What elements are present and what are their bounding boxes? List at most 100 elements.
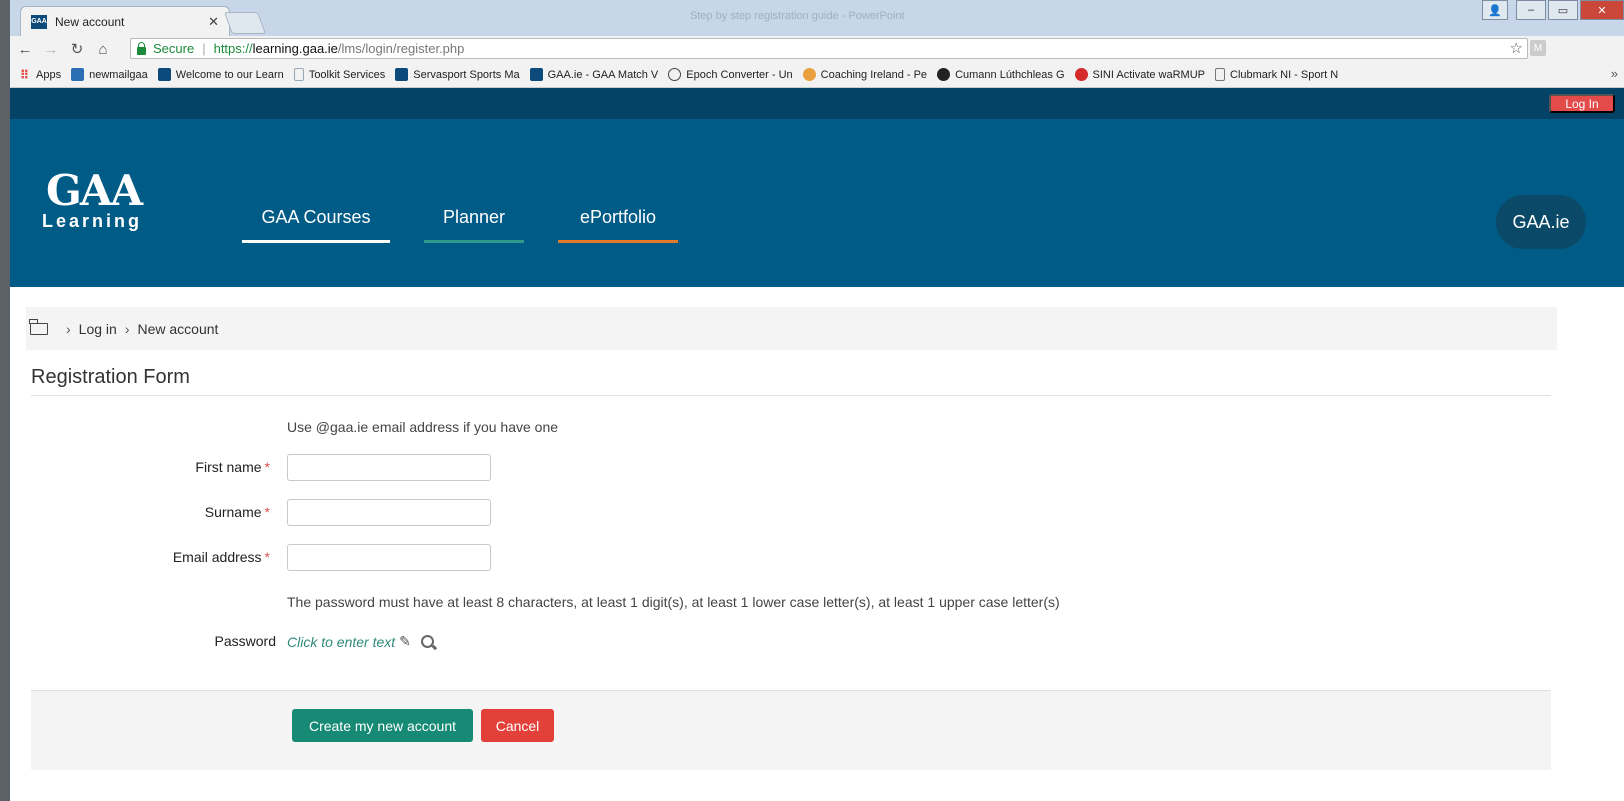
gaa-favicon — [157, 68, 171, 81]
bookmark-item[interactable]: Cumann Lúthchleas G — [937, 68, 1065, 81]
gaa-crest-icon — [937, 68, 951, 81]
gaa-ie-link[interactable]: GAA.ie — [1496, 195, 1586, 249]
close-window-button[interactable]: ✕ — [1580, 0, 1624, 20]
gaa-favicon-icon: GAA — [31, 14, 47, 29]
email-note: Use @gaa.ie email address if you have on… — [287, 419, 559, 435]
bookmarks-overflow-icon[interactable]: » — [1611, 66, 1618, 81]
field-label-text: Surname — [204, 504, 262, 520]
home-icon[interactable]: ⌂ — [92, 41, 114, 58]
bookmark-item[interactable]: Clubmark NI - Sport N — [1215, 68, 1338, 81]
bookmark-item[interactable]: newmailgaa — [71, 68, 148, 81]
window-title: Step by step registration guide - PowerP… — [690, 10, 905, 22]
reload-icon[interactable]: ↻ — [66, 40, 88, 58]
top-bar: Log In — [10, 88, 1624, 119]
left-desktop-strip — [0, 0, 10, 801]
password-field[interactable]: Click to enter text ✎ — [287, 633, 434, 650]
bookmark-item[interactable]: Coaching Ireland - Pe — [802, 68, 928, 81]
create-account-button[interactable]: Create my new account — [292, 709, 473, 742]
user-icon[interactable]: 👤 — [1482, 0, 1508, 20]
lock-icon — [137, 41, 146, 55]
form-actions: Create my new account Cancel — [31, 690, 1551, 770]
page-icon — [293, 68, 304, 81]
tab-close-icon[interactable]: ✕ — [208, 14, 219, 30]
bookmark-label: GAA.ie - GAA Match V — [547, 68, 659, 81]
password-label: Password — [214, 633, 276, 649]
bookmark-item[interactable]: GAA.ie - GAA Match V — [529, 68, 659, 81]
breadcrumb-current: New account — [137, 320, 219, 337]
calendar-icon — [71, 68, 85, 81]
first-name-label: First name * — [10, 459, 270, 475]
page-title: Registration Form — [31, 366, 190, 388]
nav-planner[interactable]: Planner — [424, 207, 524, 243]
required-marker: * — [264, 549, 270, 565]
bookmark-item[interactable]: Toolkit Services — [293, 68, 386, 81]
nav-eportfolio[interactable]: ePortfolio — [558, 207, 678, 243]
window-controls: 👤 – ▭ ✕ — [1482, 0, 1624, 20]
bookmark-label: Clubmark NI - Sport N — [1230, 68, 1339, 81]
nav-underline — [558, 240, 678, 243]
logo-subtitle: Learning — [42, 211, 143, 231]
breadcrumb-separator: › — [66, 320, 71, 337]
nav-gaa-courses[interactable]: GAA Courses — [242, 207, 390, 243]
bookmark-label: Welcome to our Learn — [175, 68, 284, 81]
bookmark-item[interactable]: ⠿ Apps — [18, 67, 62, 82]
bookmark-label: Toolkit Services — [308, 68, 386, 81]
bookmark-label: Servasport Sports Ma — [413, 68, 520, 81]
nav-label: GAA Courses — [261, 207, 371, 227]
password-placeholder-link[interactable]: Click to enter text — [287, 634, 395, 650]
address-bar: ← → ↻ ⌂ Secure | https:// learning.gaa.i… — [10, 36, 1624, 62]
gaa-learning-logo[interactable]: GAA Learning — [42, 170, 168, 232]
secure-label: Secure — [153, 41, 195, 56]
bookmark-star-icon[interactable]: ☆ — [1510, 39, 1523, 57]
browser-chrome: GAA New account ✕ Step by step registrat… — [10, 0, 1624, 88]
url-input[interactable]: Secure | https:// learning.gaa.ie /lms/l… — [130, 38, 1528, 59]
surname-input[interactable] — [287, 499, 491, 526]
breadcrumb: › Log in › New account — [26, 307, 1557, 350]
bookmark-item[interactable]: Servasport Sports Ma — [395, 68, 520, 81]
surname-label: Surname * — [10, 504, 270, 520]
bookmark-label: Apps — [36, 68, 62, 81]
url-path: /lms/login/register.php — [337, 41, 465, 56]
page-icon — [1215, 68, 1225, 81]
gaa-favicon — [395, 68, 409, 81]
bookmark-label: Coaching Ireland - Pe — [820, 68, 928, 81]
forward-arrow-icon[interactable]: → — [40, 41, 62, 58]
bookmark-label: Cumann Lúthchleas G — [955, 68, 1065, 81]
sini-icon — [1074, 68, 1088, 81]
url-host: learning.gaa.ie — [252, 41, 338, 56]
bookmark-label: SINI Activate waRMUP — [1092, 68, 1205, 81]
required-marker: * — [264, 459, 270, 475]
apps-grid-icon: ⠿ — [19, 67, 30, 82]
field-label-text: First name — [195, 459, 262, 475]
bookmark-item[interactable]: Welcome to our Learn — [157, 68, 284, 81]
cancel-button[interactable]: Cancel — [481, 709, 554, 742]
bookmark-label: Epoch Converter - Un — [686, 68, 793, 81]
bookmark-item[interactable]: Epoch Converter - Un — [668, 68, 793, 81]
nav-label: Planner — [442, 207, 506, 227]
maximize-button[interactable]: ▭ — [1548, 0, 1578, 20]
minimize-button[interactable]: – — [1516, 0, 1546, 20]
login-button[interactable]: Log In — [1549, 94, 1615, 113]
url-scheme: https:// — [213, 41, 253, 56]
breadcrumb-separator: › — [124, 320, 130, 337]
clock-icon — [668, 68, 682, 81]
pencil-icon[interactable]: ✎ — [399, 633, 411, 650]
url-separator: | — [202, 41, 206, 56]
new-tab-button[interactable] — [223, 12, 267, 34]
reveal-password-icon[interactable] — [420, 635, 434, 648]
back-arrow-icon[interactable]: ← — [14, 41, 36, 58]
site-header: GAA Learning GAA Courses Planner ePortfo… — [10, 119, 1624, 287]
nav-underline — [424, 240, 524, 243]
required-marker: * — [264, 504, 270, 520]
folder-icon[interactable] — [29, 318, 48, 335]
browser-tab-active[interactable]: GAA New account ✕ — [20, 6, 230, 36]
breadcrumb-login-link[interactable]: Log in — [79, 321, 117, 337]
bookmark-item[interactable]: SINI Activate waRMUP — [1074, 68, 1205, 81]
email-label: Email address * — [10, 549, 270, 565]
bookmark-label: newmailgaa — [89, 68, 148, 81]
extension-icon[interactable]: M — [1530, 40, 1546, 56]
email-input[interactable] — [287, 544, 491, 571]
first-name-input[interactable] — [287, 454, 491, 481]
tab-title: New account — [55, 14, 125, 29]
bookmarks-bar: ⠿ Apps newmailgaa Welcome to our Learn Toolk… — [10, 62, 1624, 88]
